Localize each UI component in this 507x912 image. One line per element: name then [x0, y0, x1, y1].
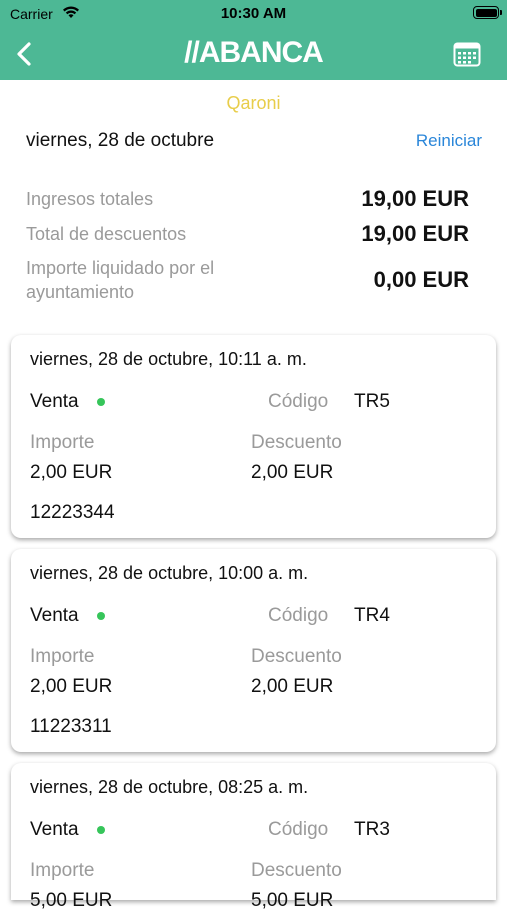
- calendar-icon: [453, 42, 481, 67]
- transaction-reference: 11223311: [30, 716, 112, 737]
- transaction-reference: 12223344: [30, 502, 115, 523]
- transaction-datetime: viernes, 28 de octubre, 10:00 a. m.: [30, 563, 309, 583]
- discount-label: Descuento: [251, 432, 342, 453]
- status-dot-icon: [97, 612, 105, 620]
- status-dot-icon: [97, 826, 105, 834]
- settled-amount-value: 0,00 EUR: [373, 267, 469, 292]
- battery-icon: [473, 6, 502, 19]
- amount-label: Importe: [30, 432, 95, 453]
- transaction-card[interactable]: viernes, 28 de octubre, 10:00 a. m. Vent…: [11, 549, 496, 752]
- transaction-card[interactable]: viernes, 28 de octubre, 08:25 a. m. Vent…: [11, 763, 496, 911]
- discount-label: Descuento: [251, 646, 342, 667]
- total-discount-label: Total de descuentos: [26, 224, 187, 244]
- code-label: Código: [268, 391, 329, 412]
- clock: 10:30 AM: [220, 5, 287, 22]
- amount-label: Importe: [30, 860, 95, 881]
- status-bar: Carrier 10:30 AM: [0, 0, 507, 28]
- code-label: Código: [268, 819, 329, 840]
- total-income-label: Ingresos totales: [26, 189, 154, 209]
- transaction-type: Venta: [30, 391, 79, 412]
- total-discount-value: 19,00 EUR: [361, 221, 469, 246]
- merchant-name: Qaroni: [226, 93, 281, 113]
- transaction-amount: 5,00 EUR: [30, 890, 113, 911]
- transaction-discount: 2,00 EUR: [251, 462, 334, 483]
- transaction-type: Venta: [30, 605, 79, 626]
- transaction-amount: 2,00 EUR: [30, 462, 113, 483]
- transaction-datetime: viernes, 28 de octubre, 08:25 a. m.: [30, 777, 309, 797]
- transaction-discount: 2,00 EUR: [251, 676, 334, 697]
- amount-label: Importe: [30, 646, 95, 667]
- transaction-type: Venta: [30, 819, 79, 840]
- transaction-code: TR5: [354, 391, 390, 412]
- brand-logo: //ABANCA: [184, 36, 324, 69]
- total-income-value: 19,00 EUR: [361, 186, 469, 211]
- discount-label: Descuento: [251, 860, 342, 881]
- calendar-button[interactable]: [453, 41, 481, 67]
- transaction-amount: 2,00 EUR: [30, 676, 113, 697]
- settled-amount-label: Importe liquidado por el ayuntamiento: [26, 258, 215, 302]
- transaction-datetime: viernes, 28 de octubre, 10:11 a. m.: [30, 349, 307, 369]
- transaction-discount: 5,00 EUR: [251, 890, 334, 911]
- transaction-code: TR3: [354, 819, 390, 840]
- selected-date: viernes, 28 de octubre: [26, 130, 215, 151]
- code-label: Código: [268, 605, 329, 626]
- status-dot-icon: [97, 398, 105, 406]
- reset-button[interactable]: Reiniciar: [416, 131, 482, 151]
- transaction-code: TR4: [354, 605, 390, 626]
- nav-bar: //ABANCA: [0, 28, 507, 80]
- transaction-card[interactable]: viernes, 28 de octubre, 10:11 a. m. Vent…: [11, 335, 496, 538]
